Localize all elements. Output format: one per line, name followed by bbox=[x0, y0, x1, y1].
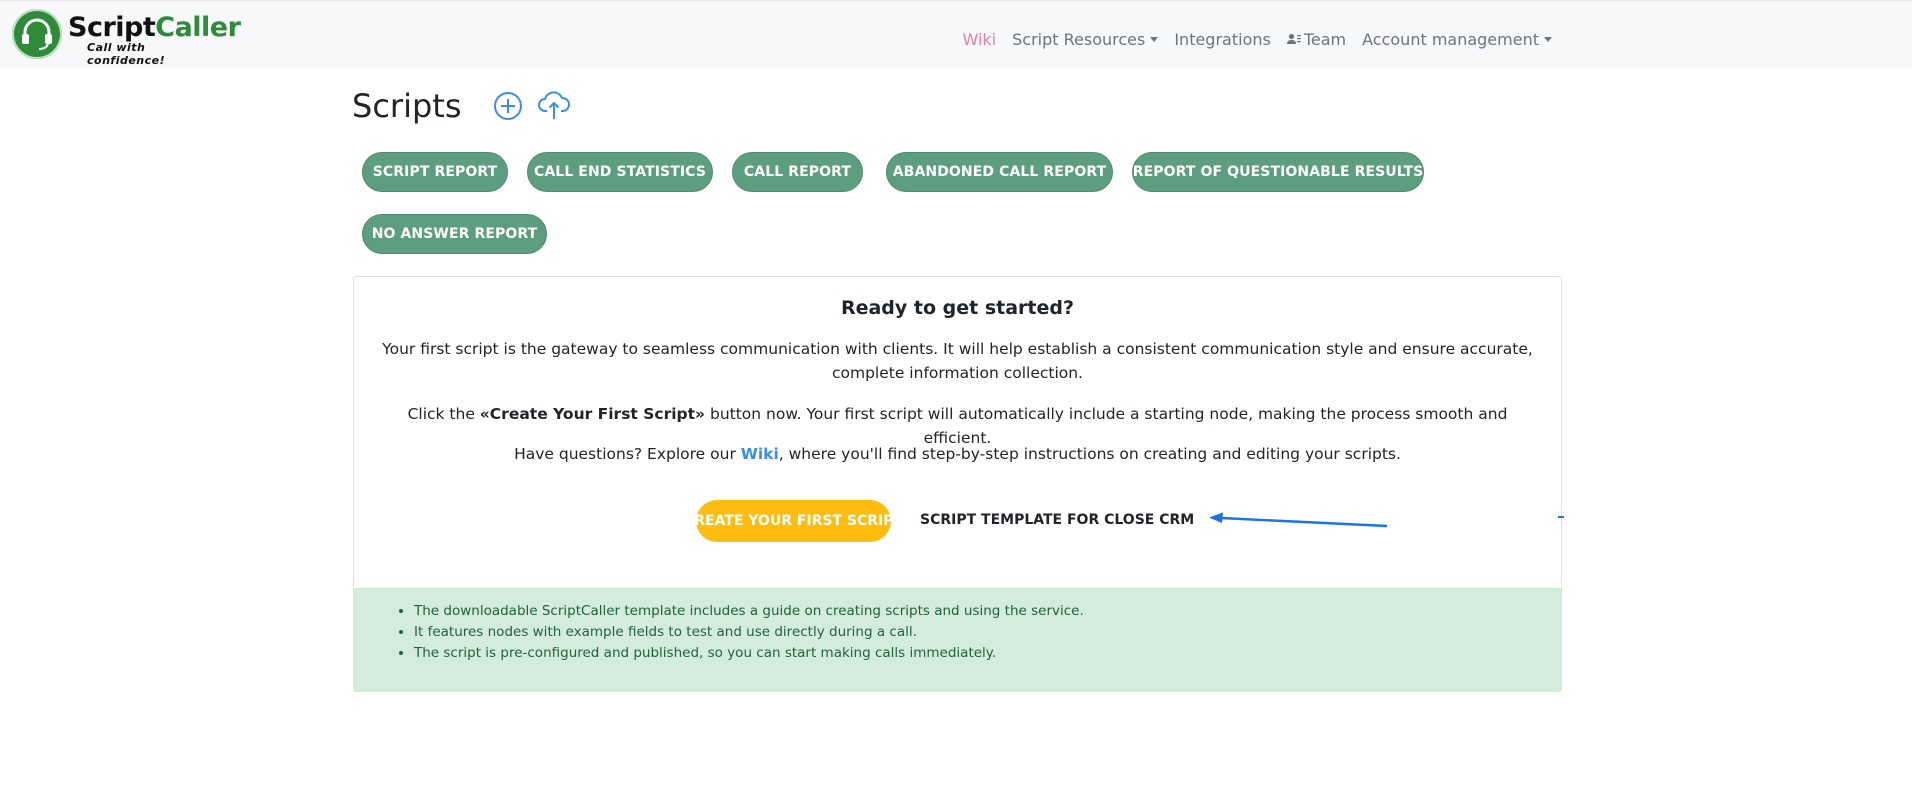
questionable-results-report-button[interactable]: REPORT OF QUESTIONABLE RESULTS bbox=[1132, 152, 1424, 192]
intro-paragraph: Your first script is the gateway to seam… bbox=[382, 340, 1533, 382]
getting-started-card: Ready to get started? Your first script … bbox=[353, 276, 1564, 692]
p2-bold-text: «Create Your First Script» bbox=[479, 405, 706, 423]
page-title: Scripts bbox=[352, 87, 462, 125]
main-nav: Wiki Script Resources Integrations Team … bbox=[947, 25, 1552, 53]
nav-wiki-label: Wiki bbox=[962, 29, 997, 49]
add-script-button[interactable] bbox=[491, 89, 525, 123]
caret-down-icon bbox=[1544, 36, 1552, 42]
page-header: Scripts bbox=[352, 84, 583, 128]
nav-script-resources[interactable]: Script Resources bbox=[1012, 29, 1159, 49]
p3-text-after: , where you'll find step-by-step instruc… bbox=[778, 445, 1401, 463]
template-info-box: The downloadable ScriptCaller template i… bbox=[354, 588, 1561, 691]
list-item: It features nodes with example fields to… bbox=[414, 622, 1084, 643]
logo-tagline: Call with confidence! bbox=[87, 41, 166, 67]
p2-text-before: Click the bbox=[407, 405, 480, 423]
nav-team[interactable]: Team bbox=[1286, 29, 1347, 49]
list-item: The script is pre-configured and publish… bbox=[414, 643, 1084, 664]
nav-team-label: Team bbox=[1303, 29, 1347, 49]
user-list-icon bbox=[1286, 33, 1301, 44]
template-info-list: The downloadable ScriptCaller template i… bbox=[354, 601, 1084, 664]
nav-integrations[interactable]: Integrations bbox=[1174, 30, 1271, 49]
wiki-paragraph: Have questions? Explore our Wiki, where … bbox=[374, 442, 1541, 466]
nav-account-management[interactable]: Account management bbox=[1362, 30, 1552, 49]
wiki-link[interactable]: Wiki bbox=[741, 445, 779, 463]
abandoned-call-report-button[interactable]: ABANDONED CALL REPORT bbox=[886, 152, 1113, 192]
p2-text-after: button now. Your first script will autom… bbox=[705, 405, 1508, 447]
headset-icon bbox=[12, 9, 62, 59]
nav-script-resources-label: Script Resources bbox=[1012, 29, 1146, 49]
top-navbar: ScriptCaller Call with confidence! Wiki … bbox=[0, 0, 1912, 68]
no-answer-report-button[interactable]: NO ANSWER REPORT bbox=[362, 214, 547, 254]
create-first-script-button[interactable]: CREATE YOUR FIRST SCRIPT bbox=[684, 500, 903, 542]
nav-account-management-label: Account management bbox=[1362, 29, 1539, 49]
logo-wordmark: ScriptCaller bbox=[68, 12, 241, 43]
script-report-button[interactable]: SCRIPT REPORT bbox=[362, 152, 508, 192]
caret-down-icon bbox=[1150, 36, 1159, 42]
card-title: Ready to get started? bbox=[840, 297, 1075, 319]
call-end-statistics-button[interactable]: CALL END STATISTICS bbox=[527, 152, 713, 192]
cloud-upload-icon bbox=[538, 91, 571, 119]
call-report-button[interactable]: CALL REPORT bbox=[732, 152, 863, 192]
nav-wiki[interactable]: Wiki bbox=[963, 30, 997, 49]
list-item: The downloadable ScriptCaller template i… bbox=[414, 601, 1084, 622]
pointer-arrow-icon bbox=[1209, 512, 1388, 528]
plus-circle-icon bbox=[494, 92, 523, 120]
nav-integrations-label: Integrations bbox=[1174, 29, 1271, 49]
scriptcaller-logo[interactable]: ScriptCaller Call with confidence! bbox=[12, 7, 241, 67]
upload-script-button[interactable] bbox=[537, 89, 571, 123]
p3-text-before: Have questions? Explore our bbox=[514, 445, 741, 463]
